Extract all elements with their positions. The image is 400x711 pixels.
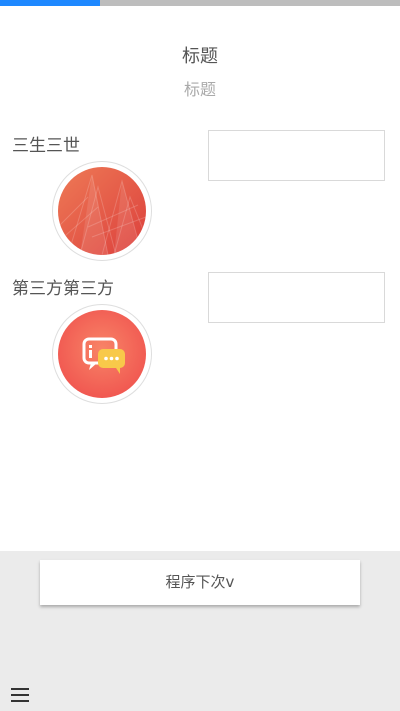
progress-bar [0, 0, 400, 6]
row-2-avatar[interactable] [52, 304, 152, 404]
progress-bar-fill [0, 0, 100, 6]
page-subtitle: 标题 [183, 80, 216, 99]
row-1-label: 三生三世 [12, 136, 80, 156]
screen: 标题 标题 三生三世 第三方第三方 程序下次v [0, 0, 400, 711]
hamburger-menu-icon[interactable] [10, 684, 32, 706]
next-button[interactable]: 程序下次v [40, 560, 360, 605]
row-1-input[interactable] [208, 130, 385, 181]
building-photo-icon [58, 167, 146, 255]
bottom-panel: 程序下次v [0, 551, 400, 711]
row-2-label: 第三方第三方 [12, 279, 114, 299]
chat-bubbles-icon [58, 310, 146, 398]
row-1-avatar[interactable] [52, 161, 152, 261]
row-2-input[interactable] [208, 272, 385, 323]
page-title: 标题 [182, 46, 218, 67]
